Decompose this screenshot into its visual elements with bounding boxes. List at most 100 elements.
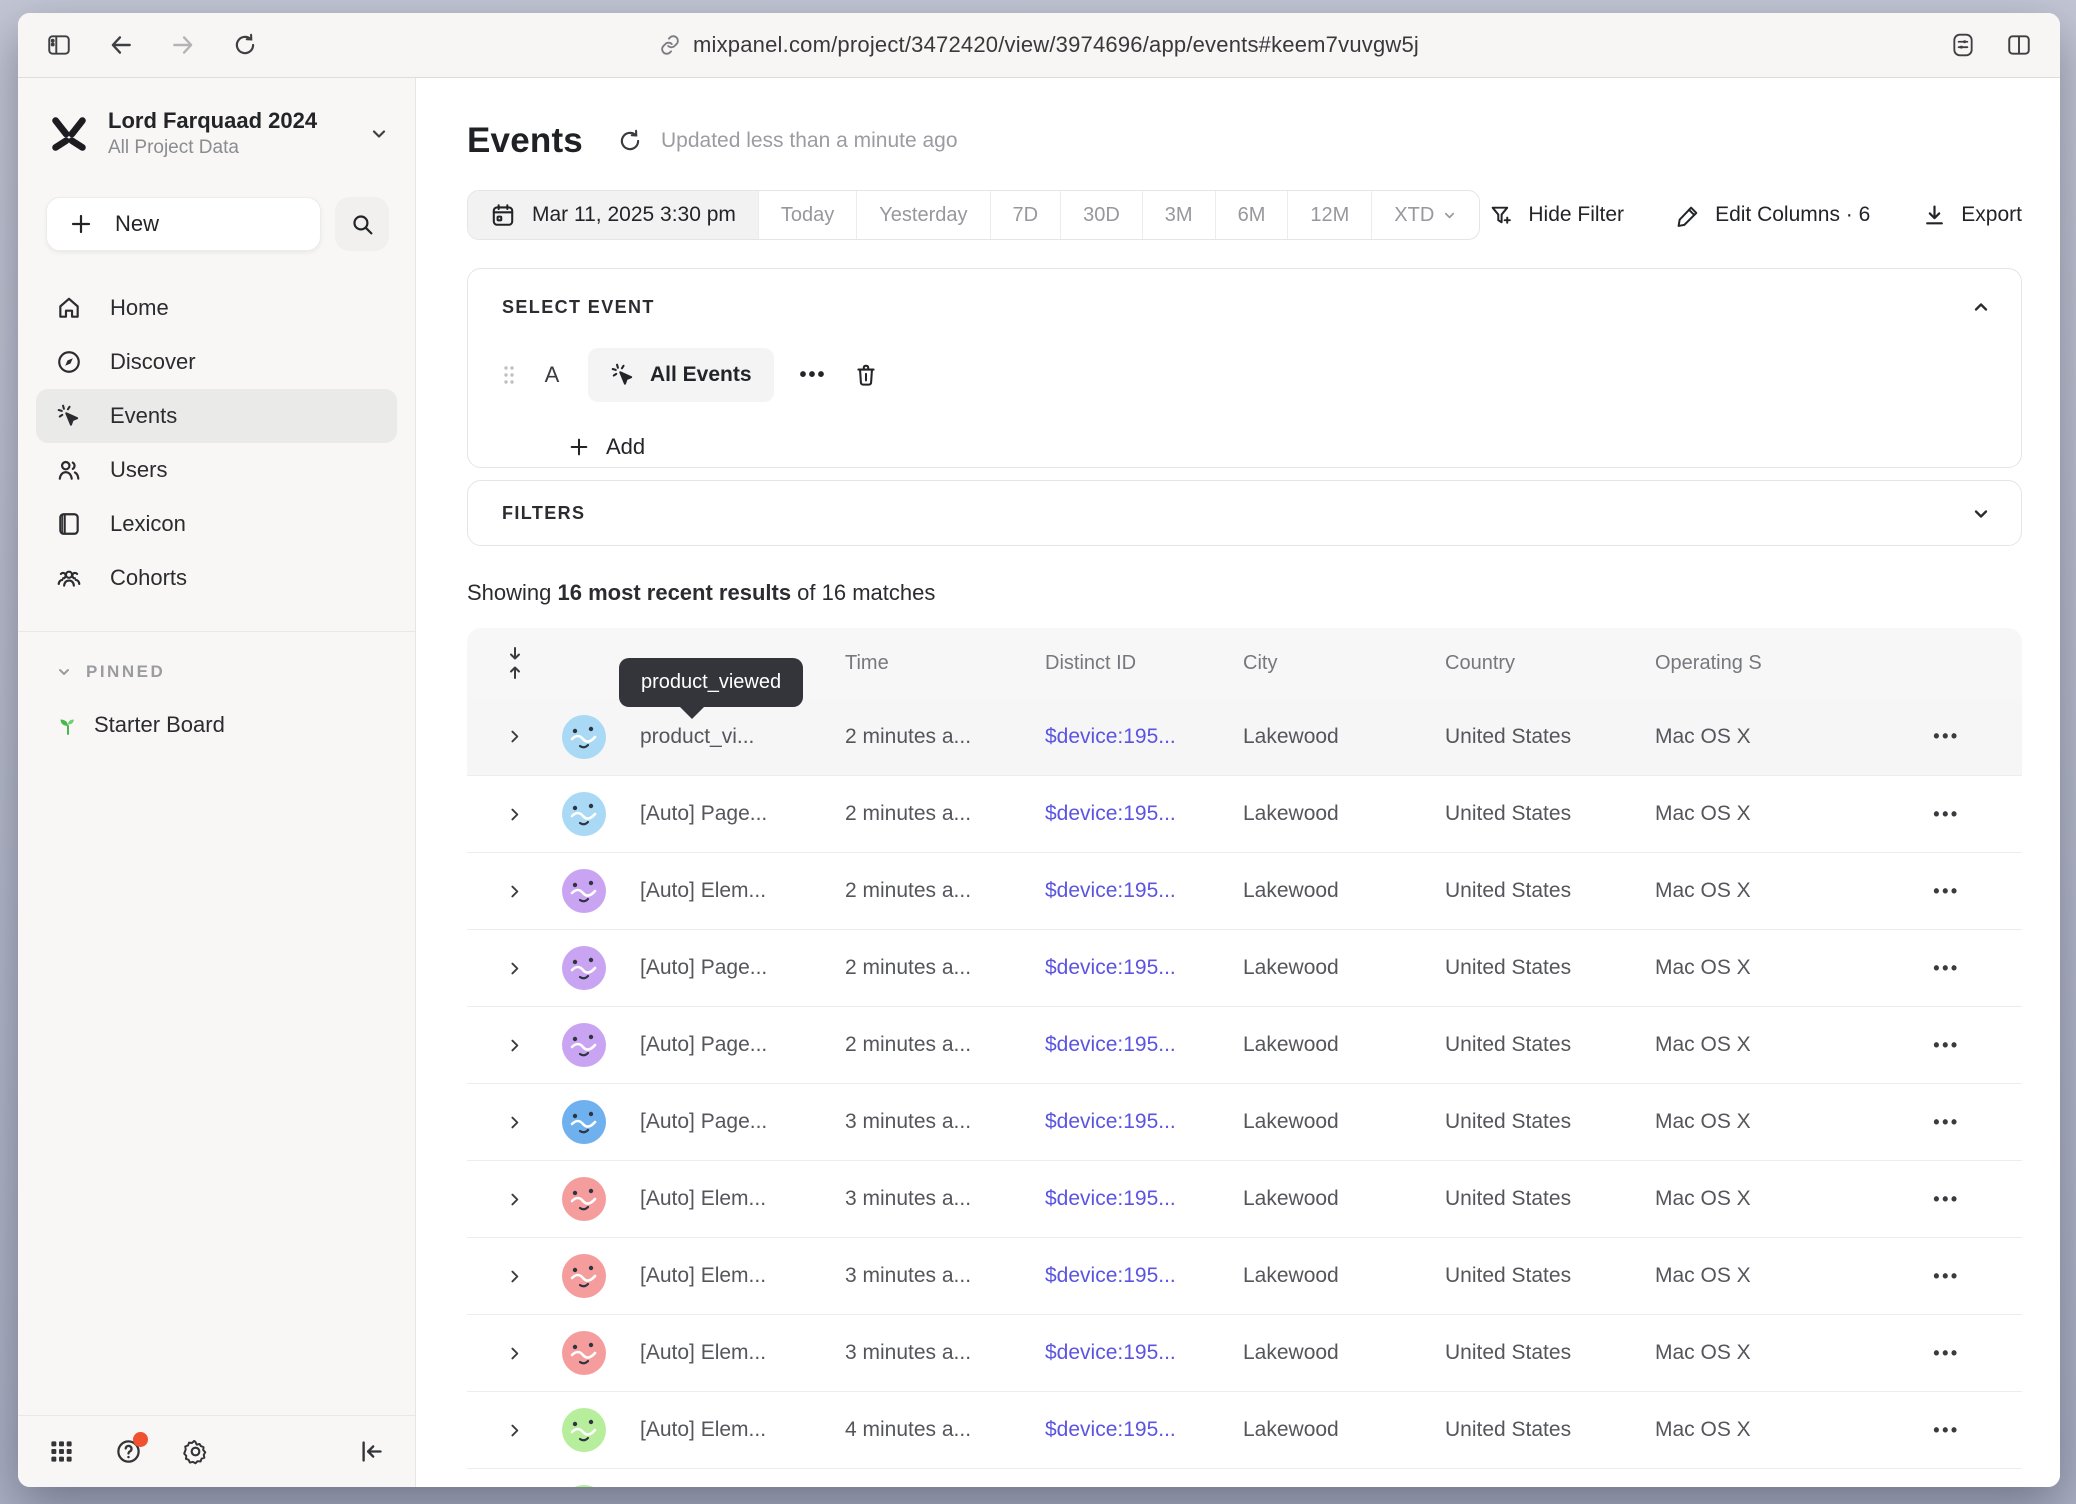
- distinct-id-link[interactable]: $device:195...: [1045, 1110, 1176, 1134]
- preset-7d[interactable]: 7D: [990, 191, 1061, 239]
- col-header-distinct-id[interactable]: Distinct ID: [1045, 652, 1243, 675]
- chevron-up-icon[interactable]: [1971, 297, 1991, 317]
- event-more-button[interactable]: •••: [800, 364, 827, 387]
- settings-gear-icon[interactable]: [182, 1438, 209, 1465]
- address-bar[interactable]: mixpanel.com/project/3472420/view/397469…: [659, 32, 1419, 58]
- row-expand-chevron-icon[interactable]: [506, 1422, 523, 1439]
- preset-6m[interactable]: 6M: [1215, 191, 1288, 239]
- preset-yesterday[interactable]: Yesterday: [856, 191, 989, 239]
- table-row[interactable]: [Auto] Page... 2 minutes a... $device:19…: [467, 775, 2022, 852]
- help-button[interactable]: [115, 1438, 142, 1465]
- os-cell: Mac OS X: [1655, 1187, 1871, 1211]
- row-more-button[interactable]: •••: [1933, 1189, 1959, 1210]
- pinned-section-header[interactable]: PINNED: [56, 662, 415, 682]
- row-expand-chevron-icon[interactable]: [506, 1268, 523, 1285]
- avatar-face: [562, 792, 606, 836]
- distinct-id-link[interactable]: $device:195...: [1045, 879, 1176, 903]
- date-current-button[interactable]: Mar 11, 2025 3:30 pm: [468, 191, 758, 239]
- avatar-face: [562, 1100, 606, 1144]
- os-cell: Mac OS X: [1655, 1341, 1871, 1365]
- sidebar-item-events[interactable]: Events: [36, 389, 397, 443]
- distinct-id-link[interactable]: $device:195...: [1045, 1418, 1176, 1442]
- row-more-button[interactable]: •••: [1933, 1112, 1959, 1133]
- url-text: mixpanel.com/project/3472420/view/397469…: [693, 32, 1419, 58]
- drag-handle-icon[interactable]: [502, 364, 516, 386]
- reload-button[interactable]: [232, 32, 258, 58]
- preset-xtd[interactable]: XTD: [1371, 191, 1479, 239]
- export-button[interactable]: Export: [1922, 203, 2022, 228]
- export-label: Export: [1961, 203, 2022, 227]
- row-more-button[interactable]: •••: [1933, 804, 1959, 825]
- sidebar-item-discover[interactable]: Discover: [36, 335, 397, 389]
- distinct-id-link[interactable]: $device:195...: [1045, 1187, 1176, 1211]
- sidebar-item-home[interactable]: Home: [36, 281, 397, 335]
- all-events-chip[interactable]: All Events: [588, 348, 774, 402]
- row-more-button[interactable]: •••: [1933, 1035, 1959, 1056]
- distinct-id-link[interactable]: $device:195...: [1045, 725, 1176, 749]
- preset-12m[interactable]: 12M: [1287, 191, 1371, 239]
- table-row[interactable]: [Auto] Elem... 3 minutes a... $device:19…: [467, 1237, 2022, 1314]
- row-more-button[interactable]: •••: [1933, 726, 1959, 747]
- table-row[interactable]: [Auto] Page... 3 minutes a... $device:19…: [467, 1083, 2022, 1160]
- forward-button[interactable]: [170, 32, 196, 58]
- row-more-button[interactable]: •••: [1933, 958, 1959, 979]
- page-settings-icon[interactable]: [1950, 32, 1976, 58]
- distinct-id-link[interactable]: $device:195...: [1045, 956, 1176, 980]
- preset-today[interactable]: Today: [758, 191, 856, 239]
- table-row[interactable]: [Auto] Page... 2 minutes a... $device:19…: [467, 929, 2022, 1006]
- distinct-id-link[interactable]: $device:195...: [1045, 1341, 1176, 1365]
- apps-grid-icon[interactable]: [48, 1438, 75, 1465]
- chevron-down-icon[interactable]: [1971, 504, 1991, 524]
- split-view-icon[interactable]: [2006, 32, 2032, 58]
- preset-3m[interactable]: 3M: [1142, 191, 1215, 239]
- col-header-city[interactable]: City: [1243, 652, 1445, 675]
- sidebar-item-cohorts[interactable]: Cohorts: [36, 551, 397, 605]
- table-row[interactable]: [Auto] Elem... 4 minutes a... $device:19…: [467, 1391, 2022, 1468]
- table-row[interactable]: [Auto] Page... 2 minutes a... $device:19…: [467, 1006, 2022, 1083]
- row-expand-chevron-icon[interactable]: [506, 960, 523, 977]
- chevron-down-icon: [369, 124, 389, 144]
- row-expand-chevron-icon[interactable]: [506, 1037, 523, 1054]
- row-expand-chevron-icon[interactable]: [506, 883, 523, 900]
- collapse-sidebar-icon[interactable]: [358, 1438, 385, 1465]
- row-expand-chevron-icon[interactable]: [506, 806, 523, 823]
- search-button[interactable]: [335, 197, 389, 251]
- col-header-os[interactable]: Operating S: [1655, 652, 1871, 675]
- row-more-button[interactable]: •••: [1933, 1420, 1959, 1441]
- row-expand-chevron-icon[interactable]: [506, 1114, 523, 1131]
- row-more-button[interactable]: •••: [1933, 1266, 1959, 1287]
- hide-filter-button[interactable]: Hide Filter: [1489, 203, 1624, 228]
- trash-icon[interactable]: [853, 362, 879, 388]
- new-button[interactable]: New: [46, 197, 321, 251]
- row-expand-chevron-icon[interactable]: [506, 1191, 523, 1208]
- sidebar-item-lexicon[interactable]: Lexicon: [36, 497, 397, 551]
- city-cell: Lakewood: [1243, 802, 1445, 826]
- table-row[interactable]: [Auto] Elem... 3 minutes a... $device:19…: [467, 1160, 2022, 1237]
- event-avatar: [562, 1254, 606, 1298]
- refresh-icon[interactable]: [617, 128, 643, 154]
- seedling-icon: [56, 713, 80, 737]
- sidebar-item-starter-board[interactable]: Starter Board: [56, 712, 415, 738]
- distinct-id-link[interactable]: $device:195...: [1045, 802, 1176, 826]
- project-name: Lord Farquaad 2024: [108, 108, 353, 134]
- pinned-label: PINNED: [86, 662, 165, 682]
- col-header-country[interactable]: Country: [1445, 652, 1655, 675]
- row-expand-chevron-icon[interactable]: [506, 1345, 523, 1362]
- row-more-button[interactable]: •••: [1933, 881, 1959, 902]
- add-event-button[interactable]: Add: [568, 434, 645, 460]
- table-row[interactable]: [467, 1468, 2022, 1487]
- row-expand-chevron-icon[interactable]: [506, 728, 523, 745]
- distinct-id-link[interactable]: $device:195...: [1045, 1033, 1176, 1057]
- project-switcher[interactable]: Lord Farquaad 2024 All Project Data: [18, 108, 415, 159]
- browser-sidebar-toggle-icon[interactable]: [46, 32, 72, 58]
- table-row[interactable]: [Auto] Elem... 3 minutes a... $device:19…: [467, 1314, 2022, 1391]
- distinct-id-link[interactable]: $device:195...: [1045, 1264, 1176, 1288]
- back-button[interactable]: [108, 32, 134, 58]
- sidebar-item-users[interactable]: Users: [36, 443, 397, 497]
- expand-collapse-all-icon[interactable]: [506, 646, 524, 680]
- table-row[interactable]: [Auto] Elem... 2 minutes a... $device:19…: [467, 852, 2022, 929]
- edit-columns-button[interactable]: Edit Columns · 6: [1676, 203, 1870, 228]
- col-header-time[interactable]: Time: [845, 652, 1045, 675]
- preset-30d[interactable]: 30D: [1060, 191, 1142, 239]
- row-more-button[interactable]: •••: [1933, 1343, 1959, 1364]
